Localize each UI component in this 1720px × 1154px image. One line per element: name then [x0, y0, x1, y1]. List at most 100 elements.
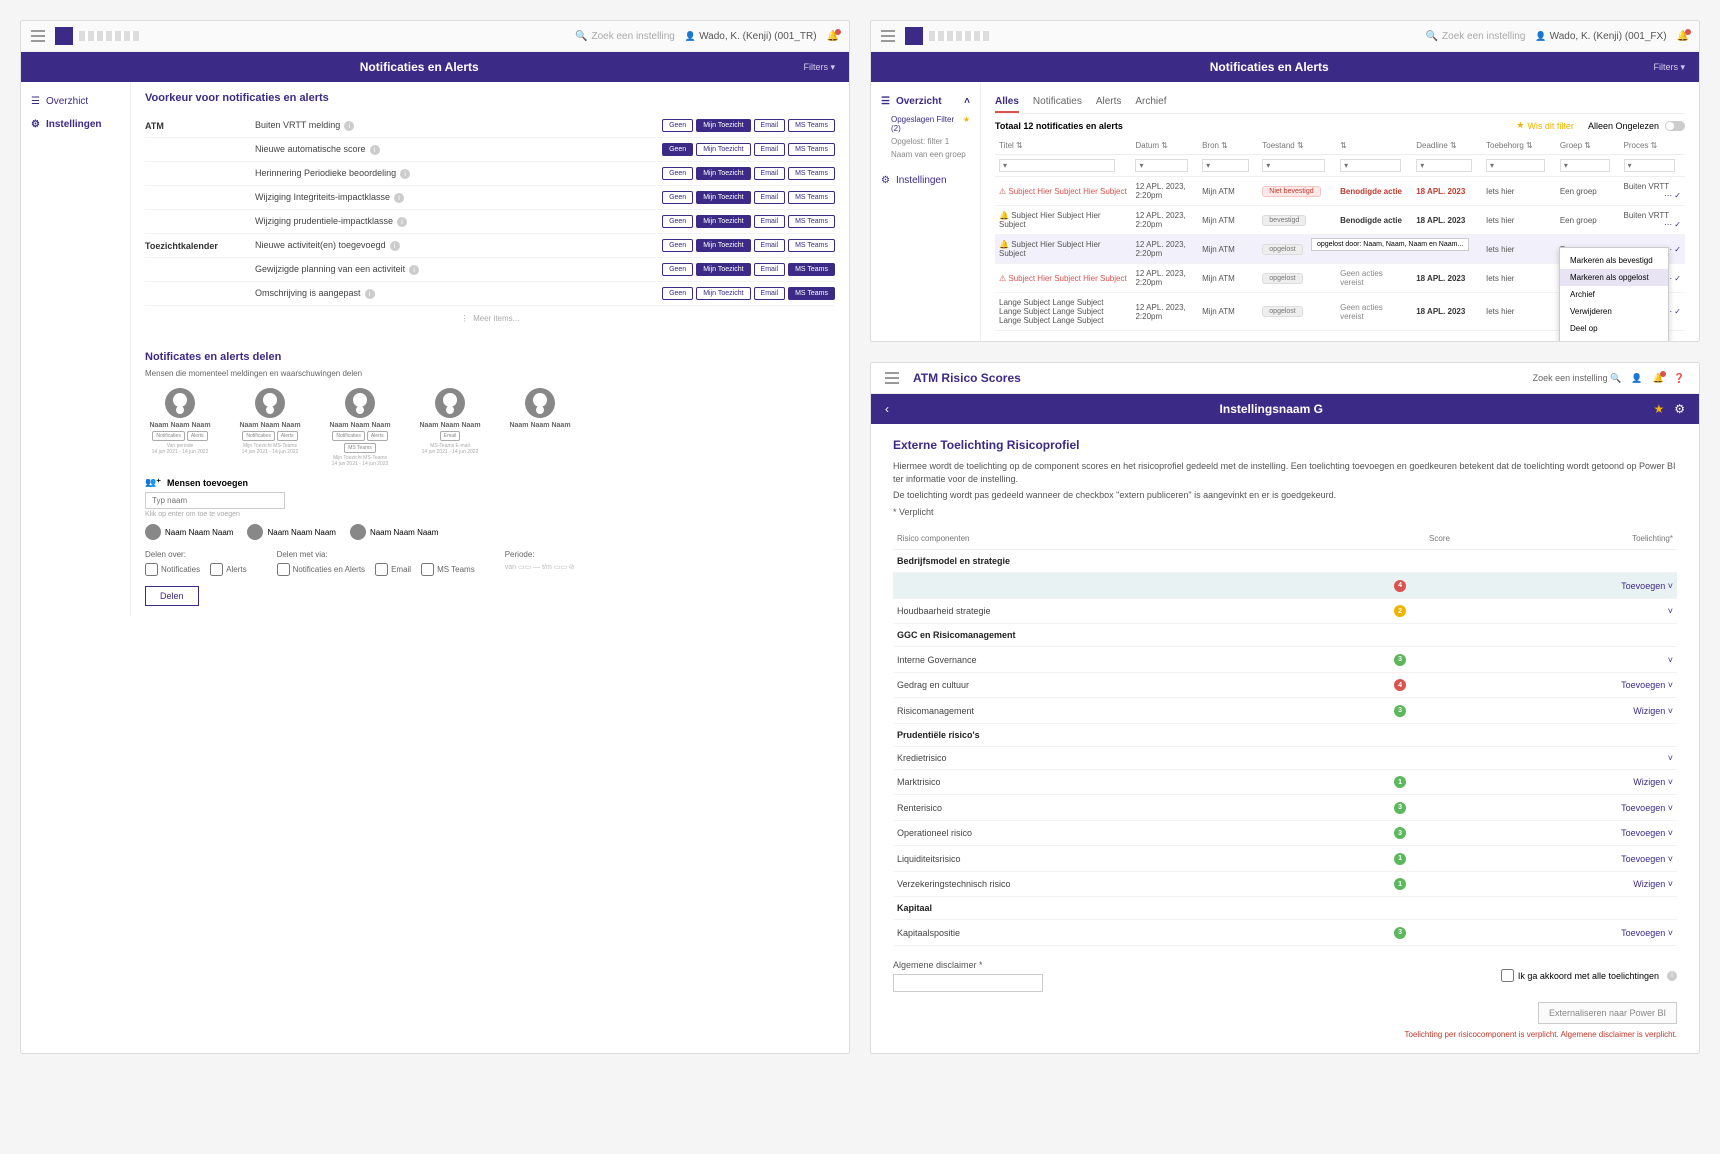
saved-filter[interactable]: Opgeslagen Filter (2)★: [871, 113, 980, 135]
info-icon[interactable]: i: [344, 121, 354, 131]
accept-checkbox[interactable]: [1501, 969, 1514, 982]
pref-chip[interactable]: Geen: [662, 119, 693, 132]
column-filter[interactable]: [999, 159, 1115, 172]
pref-chip[interactable]: Geen: [662, 143, 693, 156]
col-header[interactable]: Proces ⇅: [1620, 137, 1685, 155]
pref-chip[interactable]: MS Teams: [788, 167, 835, 180]
context-menu[interactable]: Markeren als bevestigdMarkeren als opgel…: [1559, 247, 1669, 342]
row-menu-icon[interactable]: ⋯ ✓: [1664, 220, 1681, 229]
saved-filter-item[interactable]: Opgelost: filter 1: [871, 135, 980, 148]
pref-chip[interactable]: Mijn Toezicht: [696, 119, 750, 132]
user-icon[interactable]: 👤: [1631, 373, 1642, 384]
info-icon[interactable]: i: [1667, 971, 1677, 981]
question-icon[interactable]: ❓: [1674, 373, 1685, 384]
toelichting-action[interactable]: Toevoegen: [1621, 928, 1665, 938]
chevron-down-icon[interactable]: ˅: [1668, 606, 1673, 616]
col-header[interactable]: Groep ⇅: [1556, 137, 1620, 155]
column-filter[interactable]: [1560, 159, 1610, 172]
pref-chip[interactable]: MS Teams: [788, 287, 835, 300]
share-via-option[interactable]: Email: [375, 563, 411, 576]
chevron-down-icon[interactable]: ˅: [1668, 928, 1673, 938]
tab-archief[interactable]: Archief: [1135, 92, 1166, 113]
col-header[interactable]: ⇅: [1336, 137, 1412, 155]
share-over-option[interactable]: Alerts: [210, 563, 246, 576]
sidebar-item-instellingen[interactable]: ⚙ Instellingen: [21, 113, 130, 136]
ctx-item[interactable]: Deel op: [1560, 320, 1668, 337]
pref-chip[interactable]: Email: [754, 167, 786, 180]
ctx-item[interactable]: Markeren als opgelost: [1560, 269, 1668, 286]
share-via-option[interactable]: Notificaties en Alerts: [277, 563, 365, 576]
info-icon[interactable]: i: [397, 217, 407, 227]
pref-chip[interactable]: Geen: [662, 215, 693, 228]
pref-chip[interactable]: Email: [754, 239, 786, 252]
pref-chip[interactable]: MS Teams: [788, 239, 835, 252]
info-icon[interactable]: i: [390, 241, 400, 251]
notifications-icon[interactable]: 🔔: [827, 31, 839, 42]
avatar[interactable]: [525, 388, 555, 418]
share-button[interactable]: Delen: [145, 586, 199, 606]
info-icon[interactable]: i: [394, 193, 404, 203]
pref-chip[interactable]: Geen: [662, 287, 693, 300]
info-icon[interactable]: i: [400, 169, 410, 179]
externalize-button[interactable]: Externaliseren naar Power BI: [1538, 1002, 1677, 1024]
tab-alles[interactable]: Alles: [995, 92, 1019, 113]
column-filter[interactable]: [1416, 159, 1472, 172]
avatar[interactable]: [435, 388, 465, 418]
tab-alerts[interactable]: Alerts: [1096, 92, 1122, 113]
pref-chip[interactable]: Email: [754, 119, 786, 132]
pref-chip[interactable]: Mijn Toezicht: [696, 215, 750, 228]
row-title[interactable]: 🔔 Subject Hier Subject Hier Subject: [995, 206, 1131, 235]
chevron-down-icon[interactable]: ˅: [1668, 854, 1673, 864]
toelichting-action[interactable]: Toevoegen: [1621, 803, 1665, 813]
only-unread-toggle[interactable]: [1665, 121, 1685, 131]
column-filter[interactable]: [1135, 159, 1188, 172]
pref-chip[interactable]: Geen: [662, 191, 693, 204]
row-title[interactable]: ⚠ Subject Hier Subject Hier Subject: [995, 264, 1131, 293]
pref-chip[interactable]: Email: [754, 287, 786, 300]
ctx-item[interactable]: Archief: [1560, 286, 1668, 303]
saved-filter-item[interactable]: Naam van een groep: [871, 148, 980, 161]
col-header[interactable]: Bron ⇅: [1198, 137, 1258, 155]
chevron-down-icon[interactable]: ˅: [1668, 581, 1673, 591]
col-header[interactable]: Titel ⇅: [995, 137, 1131, 155]
row-title[interactable]: 🔔 Subject Hier Subject Hier Subject: [995, 235, 1131, 264]
pref-chip[interactable]: MS Teams: [788, 119, 835, 132]
toelichting-action[interactable]: Toevoegen: [1621, 828, 1665, 838]
user-label[interactable]: Wado, K. (Kenji) (001_FX): [1535, 31, 1666, 42]
filters-button[interactable]: Filters ▾: [803, 62, 835, 73]
search-input[interactable]: Zoek een instelling 🔍: [1533, 373, 1622, 384]
toelichting-action[interactable]: Wizigen: [1633, 706, 1665, 716]
toelichting-action[interactable]: Wizigen: [1633, 777, 1665, 787]
pref-chip[interactable]: MS Teams: [788, 215, 835, 228]
toelichting-action[interactable]: Toevoegen: [1621, 854, 1665, 864]
pref-chip[interactable]: Mijn Toezicht: [696, 191, 750, 204]
column-filter[interactable]: [1624, 159, 1676, 172]
hamburger-icon[interactable]: [881, 30, 895, 42]
chevron-down-icon[interactable]: ˅: [1668, 879, 1673, 889]
settings-icon[interactable]: ⚙: [1674, 402, 1685, 416]
sidebar-item-overzicht[interactable]: ☰ Overzhict: [21, 90, 130, 113]
row-menu-icon[interactable]: ⋯ ✓: [1664, 191, 1681, 200]
search-input[interactable]: 🔍Zoek een instelling: [575, 31, 675, 42]
column-filter[interactable]: [1202, 159, 1249, 172]
col-header[interactable]: Datum ⇅: [1131, 137, 1198, 155]
pref-chip[interactable]: Email: [754, 263, 786, 276]
search-input[interactable]: 🔍Zoek een instelling: [1426, 31, 1526, 42]
info-icon[interactable]: i: [409, 265, 419, 275]
pref-chip[interactable]: Email: [754, 191, 786, 204]
col-header[interactable]: Toestand ⇅: [1258, 137, 1336, 155]
hamburger-icon[interactable]: [885, 372, 899, 384]
chevron-down-icon[interactable]: ˅: [1668, 803, 1673, 813]
notifications-icon[interactable]: 🔔: [1677, 31, 1689, 42]
avatar[interactable]: [345, 388, 375, 418]
chevron-down-icon[interactable]: ˅: [1668, 753, 1673, 763]
toelichting-action[interactable]: Toevoegen: [1621, 581, 1665, 591]
chevron-down-icon[interactable]: ˅: [1668, 706, 1673, 716]
avatar[interactable]: [165, 388, 195, 418]
pref-chip[interactable]: Mijn Toezicht: [696, 263, 750, 276]
ctx-item[interactable]: Markeren als bevestigd: [1560, 252, 1668, 269]
pref-chip[interactable]: Email: [754, 143, 786, 156]
toelichting-action[interactable]: Wizigen: [1633, 879, 1665, 889]
filters-button[interactable]: Filters ▾: [1653, 62, 1685, 73]
pref-chip[interactable]: MS Teams: [788, 191, 835, 204]
